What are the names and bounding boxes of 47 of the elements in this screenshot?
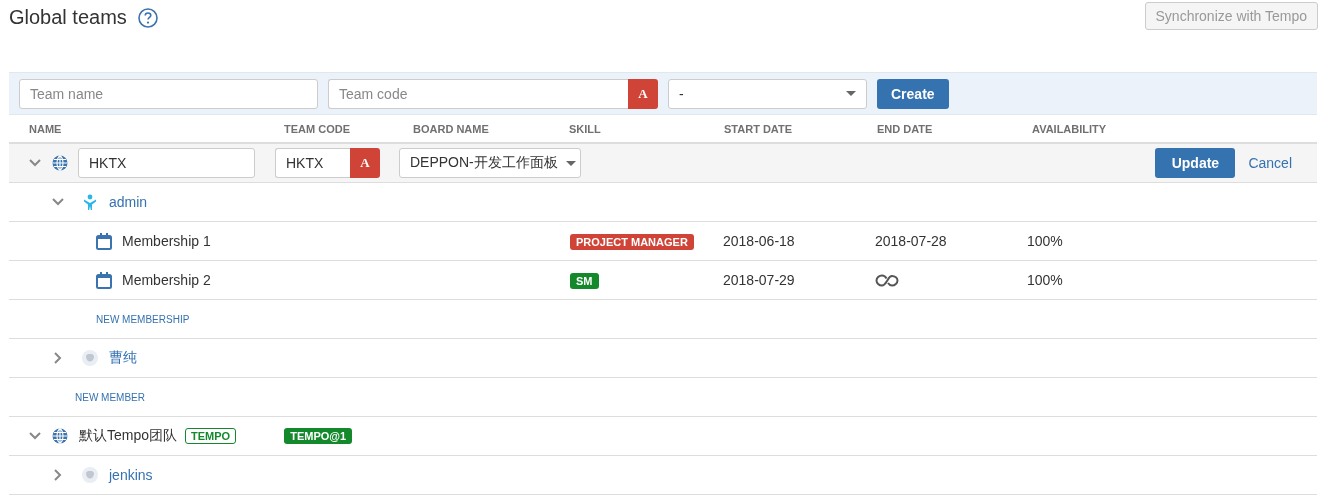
team-name: 默认Tempo团队 xyxy=(79,427,178,445)
team-code-field[interactable]: Team code xyxy=(328,78,628,109)
caret-icon xyxy=(565,160,576,166)
board-select[interactable]: DEPPON-开发工作面板 xyxy=(399,148,581,178)
caret-icon xyxy=(846,91,856,96)
membership-name: Membership 1 xyxy=(122,233,211,249)
code-button[interactable]: A xyxy=(628,78,658,109)
infinity-icon xyxy=(875,273,899,287)
column-header: END DATE xyxy=(877,122,934,135)
page-title: Global teams xyxy=(9,6,127,29)
new-member-link[interactable]: NEW MEMBER xyxy=(75,391,145,403)
avatar-icon xyxy=(82,350,98,366)
avatar-icon xyxy=(82,467,98,483)
team-code-field[interactable]: HKTX xyxy=(275,148,350,178)
column-header: START DATE xyxy=(724,122,794,135)
calendar-icon xyxy=(96,271,112,289)
calendar-icon xyxy=(96,232,112,250)
code-button[interactable]: A xyxy=(350,148,380,178)
availability: 100% xyxy=(1027,272,1063,288)
team-name-field[interactable]: Team name xyxy=(19,78,318,109)
globe-icon xyxy=(52,428,68,444)
update-button[interactable]: Update xyxy=(1155,148,1236,178)
start-date: 2018-06-18 xyxy=(723,233,795,249)
team-code: TEMPO@1 xyxy=(284,428,353,444)
column-header: NAME xyxy=(29,122,63,135)
skill-label: SM xyxy=(570,272,599,289)
globe-icon xyxy=(52,155,68,171)
help-icon xyxy=(137,8,158,28)
column-header: TEAM CODE xyxy=(284,122,351,135)
membership-name: Membership 2 xyxy=(122,272,211,288)
availability: 100% xyxy=(1027,233,1063,249)
start-date: 2018-07-29 xyxy=(723,272,795,288)
column-header: BOARD NAME xyxy=(413,122,490,135)
column-header: SKILL xyxy=(569,122,602,135)
skill-label: PROJECT MANAGER xyxy=(570,233,694,250)
end-date: 2018-07-28 xyxy=(875,233,947,249)
create-button[interactable]: Create xyxy=(877,78,949,109)
board-select[interactable]: - xyxy=(668,78,867,109)
team-tag: TEMPO xyxy=(185,428,237,444)
figure-icon xyxy=(82,194,98,210)
member-name[interactable]: 曹纯 xyxy=(109,349,137,367)
member-name[interactable]: jenkins xyxy=(109,467,153,483)
new-membership-link[interactable]: NEW MEMBERSHIP xyxy=(96,313,190,325)
team-name-field[interactable]: HKTX xyxy=(78,148,255,178)
member-name[interactable]: admin xyxy=(109,194,148,210)
column-header: AVAILABILITY xyxy=(1032,122,1107,135)
cancel-link[interactable]: Cancel xyxy=(1248,155,1292,171)
